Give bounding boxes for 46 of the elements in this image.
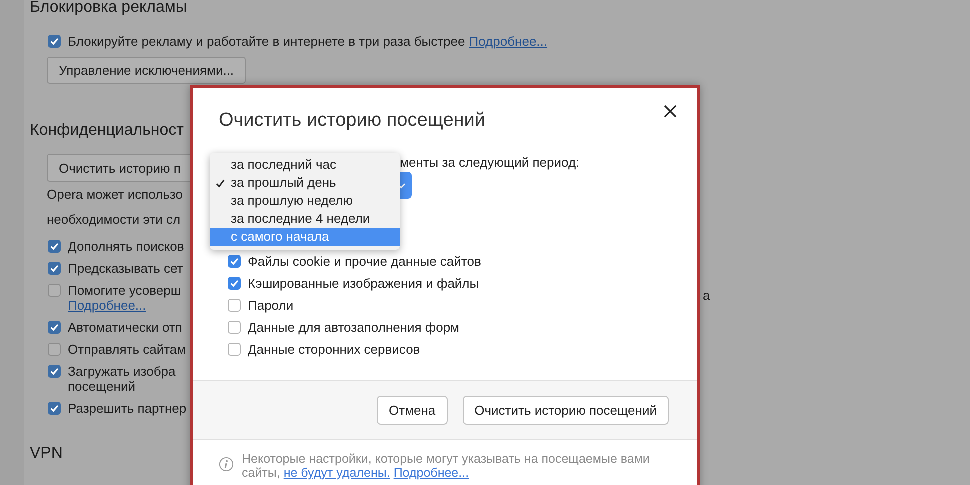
checkbox-label: Пароли	[248, 298, 294, 312]
checkbox-label: Блокируйте рекламу и работайте в интернете в три раза быстрее	[68, 34, 466, 48]
close-icon[interactable]	[664, 105, 677, 118]
note-link[interactable]: Подробнее...	[394, 466, 470, 480]
checkbox-label: Автоматически отп	[68, 320, 182, 334]
dialog-button[interactable]: Отмена	[377, 396, 448, 424]
checkbox-label: Разрешить партнер	[68, 400, 187, 416]
checkbox[interactable]	[228, 254, 241, 268]
info-icon	[219, 457, 234, 472]
checkbox-label: Отправлять сайтам	[68, 342, 186, 356]
checkbox-label: Дополнять поисков	[68, 238, 184, 254]
checkbox-label: Файлы cookie и прочие данные сайтов	[248, 254, 482, 268]
settings-button[interactable]: Управление исключениями...	[47, 57, 246, 84]
checkbox[interactable]	[48, 320, 61, 334]
checkbox[interactable]	[48, 284, 61, 296]
dialog-title: Очистить историю посещений	[218, 109, 486, 133]
checkbox-label: Кэшированные изображения и файлы	[248, 276, 480, 290]
checkbox[interactable]	[48, 262, 61, 274]
checkbox[interactable]	[48, 364, 61, 378]
menu-item[interactable]: за последние 4 недели	[210, 210, 400, 228]
dialog-button[interactable]: Очистить историю посещений	[462, 396, 669, 424]
description-text: Opera может использо	[47, 186, 183, 204]
checkbox-label: Данные для автозаполнения форм	[248, 320, 460, 334]
checkmark-icon	[216, 179, 225, 188]
checkbox[interactable]	[228, 298, 241, 312]
checkbox[interactable]	[48, 240, 61, 252]
period-prompt: менты за следующий период:	[400, 155, 580, 170]
checkbox[interactable]	[228, 320, 241, 334]
note-text: Некоторые настройки, которые могут указывать на посещаемые вами сайты, не будут удалены. Подробнее...	[242, 452, 651, 480]
checkbox-label: посещений	[68, 378, 136, 394]
checkbox[interactable]	[48, 402, 61, 414]
checkbox-label: Помогите усоверш	[68, 282, 182, 298]
section-heading: Блокировка рекламы	[30, 0, 188, 17]
checkbox-label: Данные сторонних сервисов	[248, 342, 420, 356]
note-link[interactable]: не будут удалены.	[284, 466, 390, 480]
section-heading: Конфиденциальност	[30, 122, 184, 140]
clipped-text: а	[703, 288, 710, 303]
checkbox[interactable]	[228, 276, 241, 290]
checkbox[interactable]	[48, 34, 61, 48]
checkbox[interactable]	[48, 342, 61, 356]
checkbox-label: Предсказывать сет	[68, 260, 184, 276]
section-heading: VPN	[30, 445, 63, 463]
checkbox[interactable]	[228, 342, 241, 356]
checkbox-label: Загружать изобра	[68, 364, 176, 378]
menu-item[interactable]: за прошлую неделю	[210, 192, 400, 210]
description-text: необходимости эти сл	[47, 211, 181, 229]
